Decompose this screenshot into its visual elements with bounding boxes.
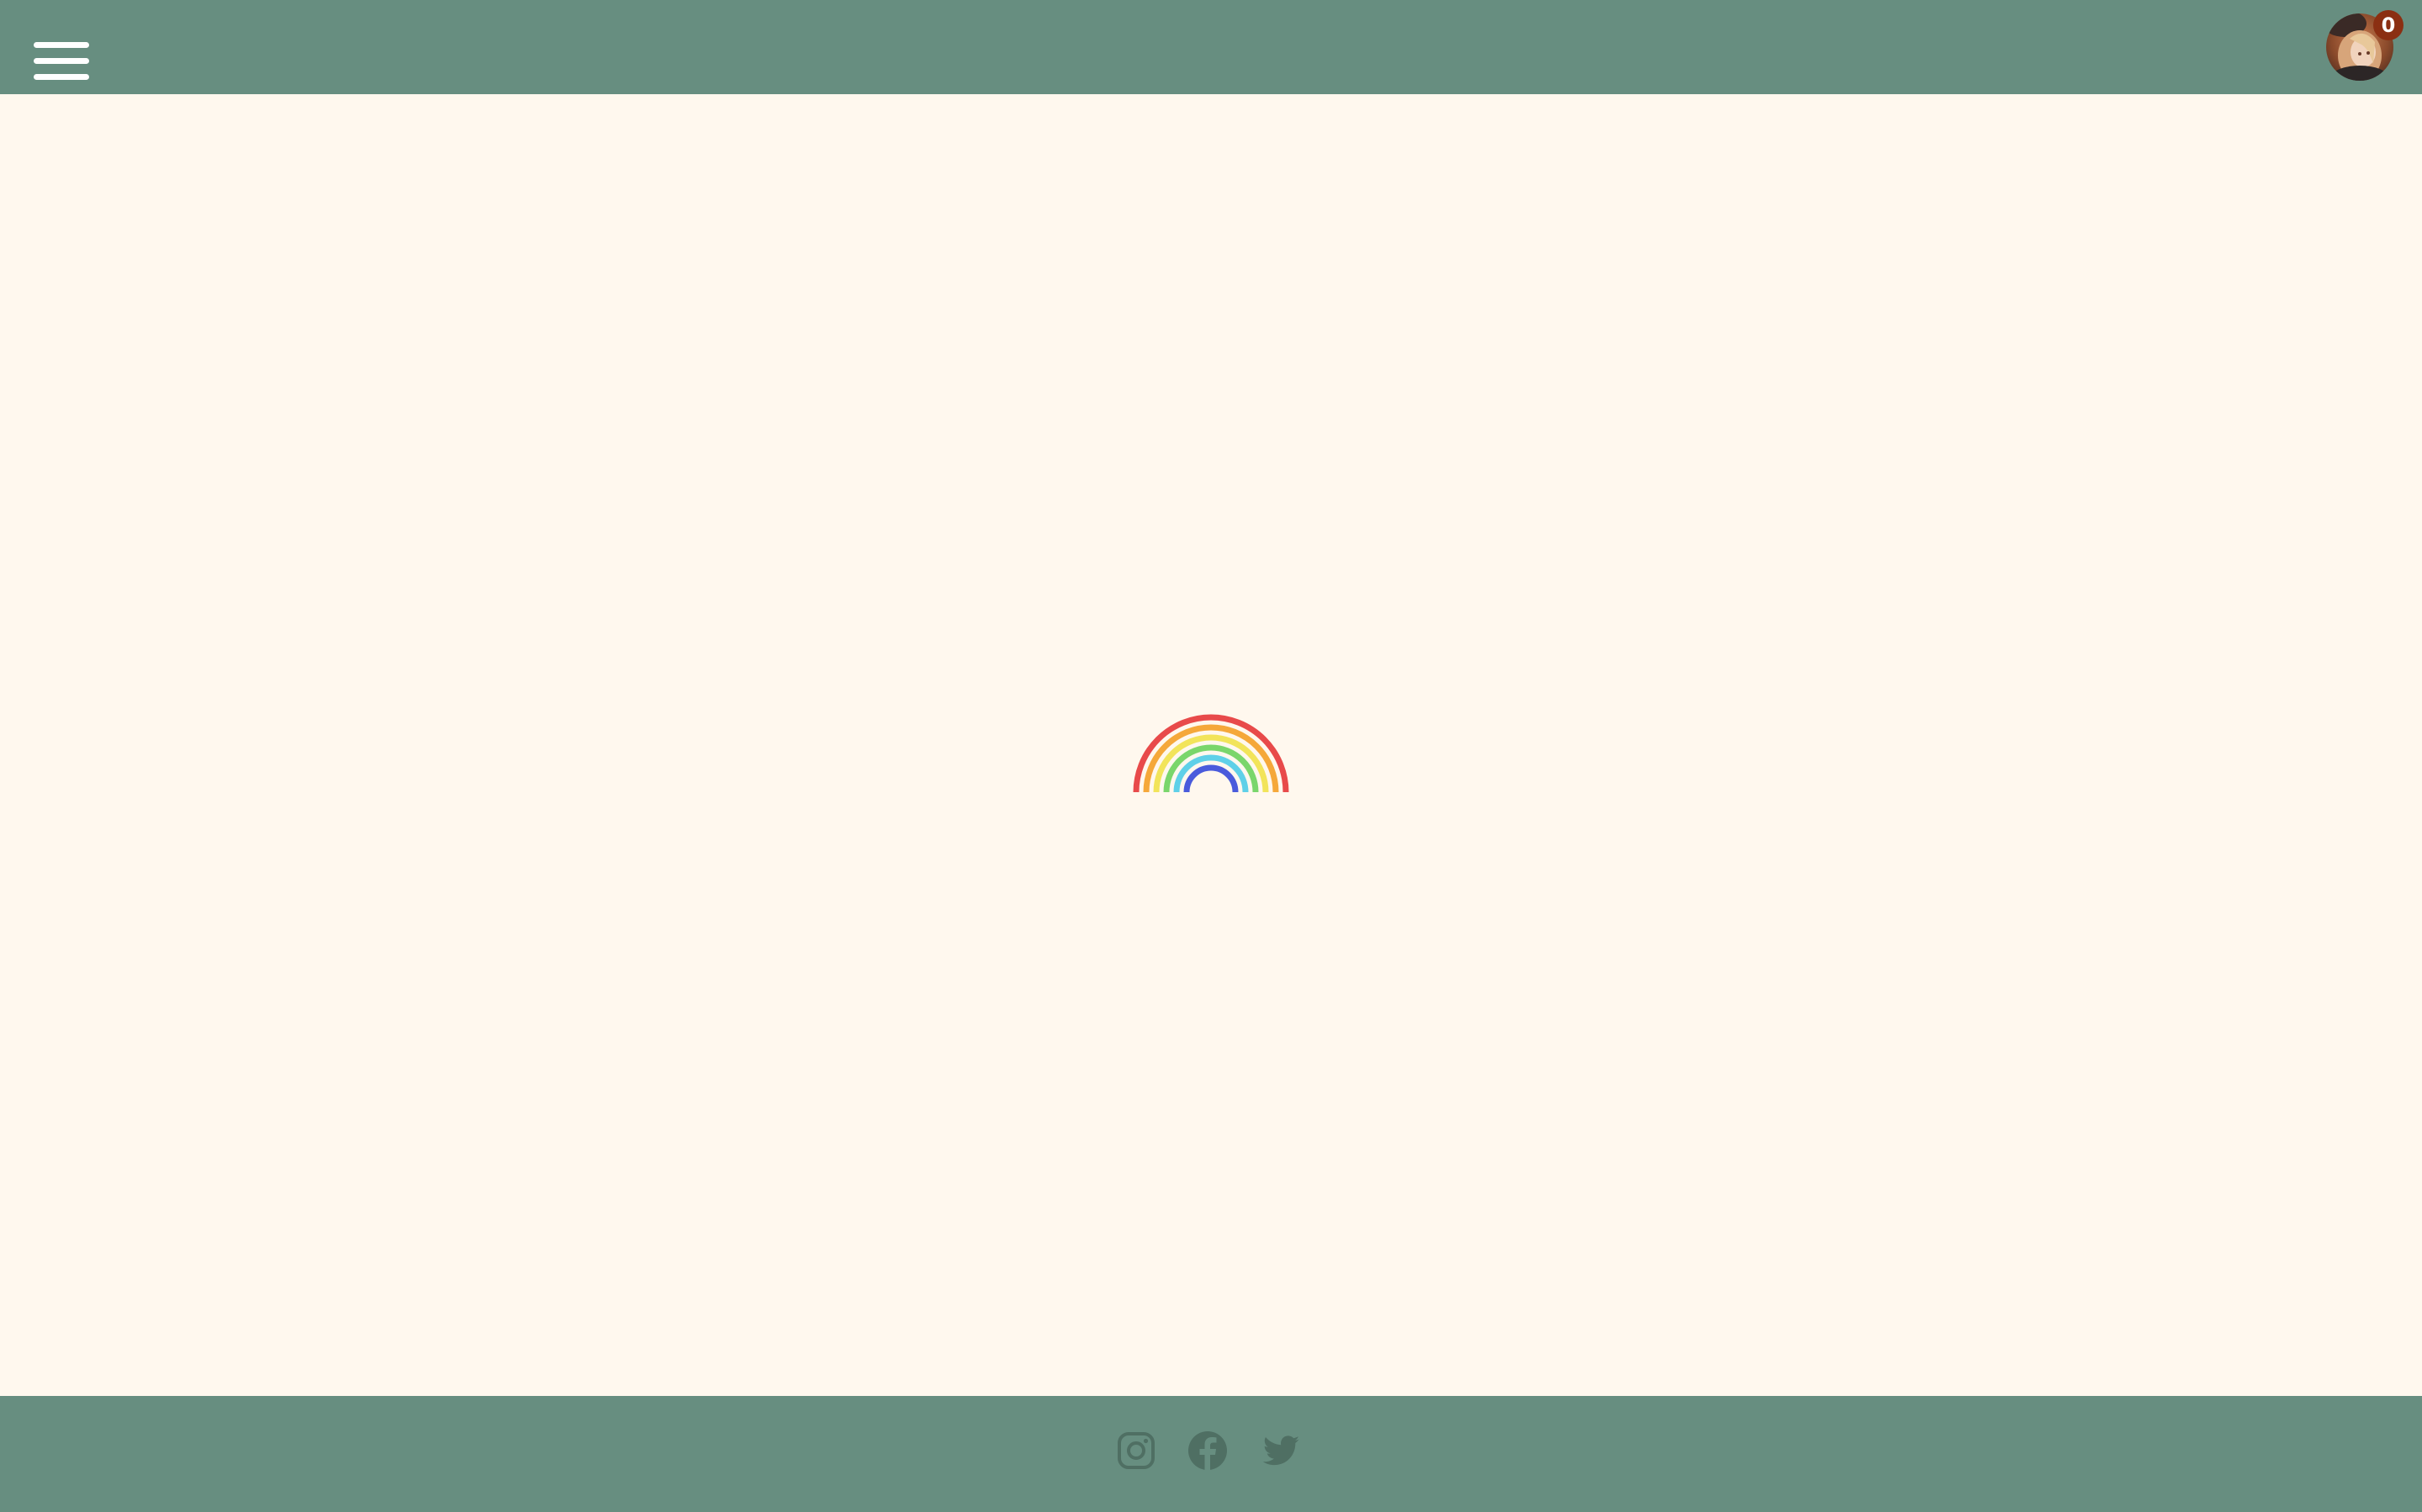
facebook-icon[interactable] xyxy=(1187,1430,1229,1472)
instagram-icon[interactable] xyxy=(1115,1430,1157,1472)
menu-bar-middle xyxy=(34,58,89,64)
hamburger-menu-icon[interactable] xyxy=(34,42,89,81)
rainbow-spinner-icon xyxy=(1133,714,1289,792)
top-navigation-bar: 0 xyxy=(0,0,2422,94)
menu-bar-top xyxy=(34,42,89,48)
notification-count-badge: 0 xyxy=(2373,10,2403,40)
profile-avatar-button[interactable]: 0 xyxy=(2326,10,2403,81)
menu-bar-bottom xyxy=(34,74,89,80)
twitter-icon[interactable] xyxy=(1261,1430,1303,1472)
